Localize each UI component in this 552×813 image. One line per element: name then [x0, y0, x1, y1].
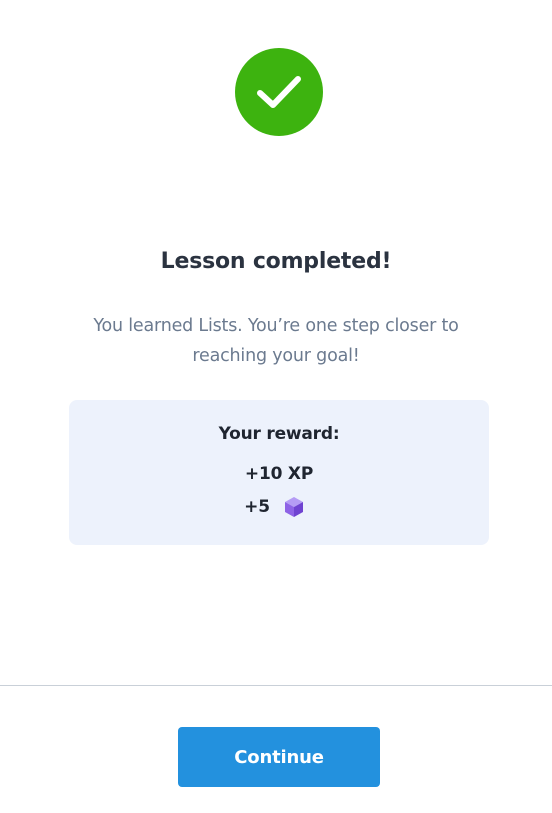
completion-message: You learned Lists. You’re one step close…: [93, 316, 459, 366]
gem-cube-icon: [284, 497, 303, 517]
reward-gems: +5: [69, 496, 489, 518]
footer-divider: [0, 685, 552, 686]
reward-xp: +10 XP: [244, 464, 314, 484]
reward-gems-value: +5: [244, 497, 270, 517]
lesson-complete-screen: Lesson completed! You learned Lists. You…: [0, 0, 552, 813]
reward-heading: Your reward:: [218, 424, 340, 444]
reward-card: Your reward: +10 XP +5: [69, 400, 489, 545]
page-title: Lesson completed!: [160, 249, 392, 274]
continue-button[interactable]: Continue: [178, 727, 380, 787]
checkmark-icon: [235, 48, 323, 136]
